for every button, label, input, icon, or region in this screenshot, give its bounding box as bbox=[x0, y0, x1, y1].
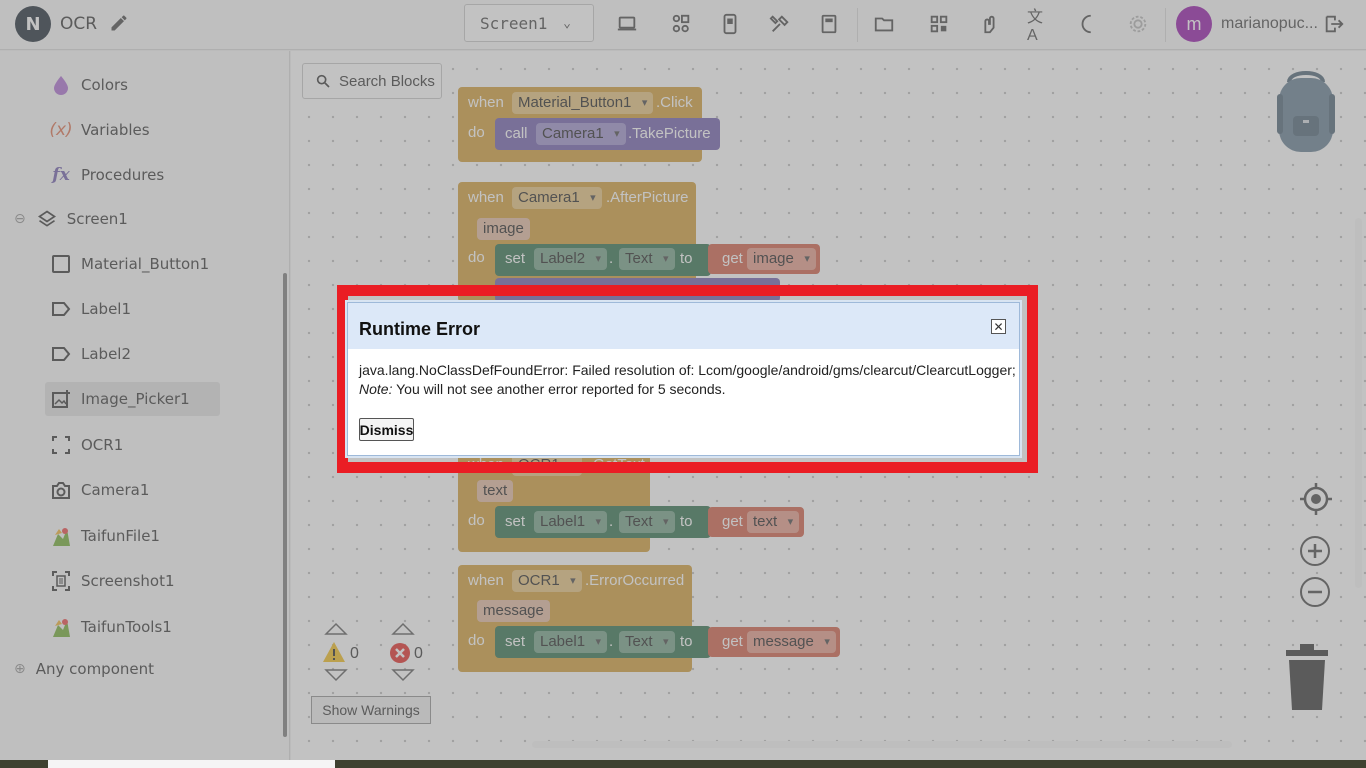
dialog-title: Runtime Error bbox=[359, 319, 481, 339]
runtime-error-dialog: Runtime Error ✕ java.lang.NoClassDefFoun… bbox=[347, 302, 1020, 456]
bottom-strip bbox=[0, 760, 1366, 768]
dialog-header: Runtime Error ✕ bbox=[348, 303, 1019, 349]
close-icon[interactable]: ✕ bbox=[991, 319, 1006, 334]
error-note: Note: You will not see another error rep… bbox=[359, 381, 726, 397]
error-message: java.lang.NoClassDefFoundError: Failed r… bbox=[359, 362, 1016, 378]
dismiss-button[interactable]: Dismiss bbox=[359, 418, 414, 441]
note-text: You will not see another error reported … bbox=[392, 381, 726, 397]
note-label: Note: bbox=[359, 381, 393, 397]
